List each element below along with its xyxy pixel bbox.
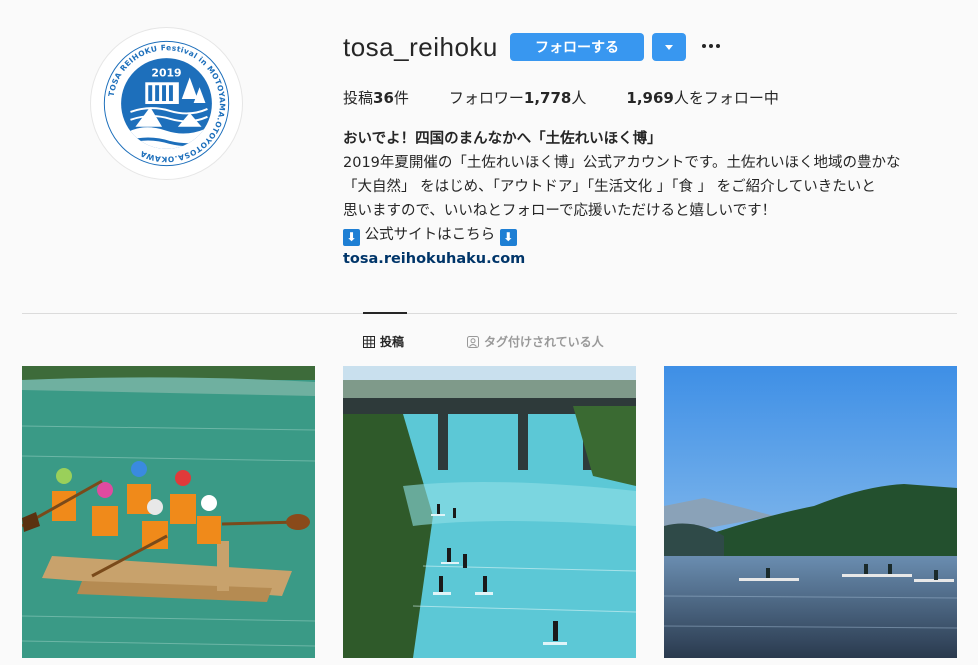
down-arrow-icon: ⬇: [499, 229, 517, 246]
following-link[interactable]: 1,969人をフォロー中: [626, 87, 778, 108]
posts-count: 投稿36件: [343, 89, 409, 107]
profile-username: tosa_reihoku: [343, 32, 498, 62]
rafting-photo-icon: [22, 366, 315, 658]
suggested-accounts-dropdown-button[interactable]: [652, 33, 686, 61]
bio-line: 「大自然」 をはじめ、「アウトドア」「生活文化 」「食 」 をご紹介していきたい…: [343, 179, 876, 195]
festival-logo-icon: 2019 TOSA REIHOKU Festival in MOTOYAMA.O…: [93, 30, 240, 177]
tab-posts[interactable]: 投稿: [363, 333, 404, 350]
chevron-down-icon: [665, 44, 673, 50]
post-thumbnail[interactable]: [22, 366, 315, 658]
post-thumbnail[interactable]: [343, 366, 636, 658]
bio-line: 思いますので、いいねとフォローで応援いただけると嬉しいです！: [343, 203, 777, 219]
followers-link[interactable]: フォロワー1,778人: [449, 87, 586, 108]
lake-kayak-photo-icon: [664, 366, 957, 658]
follow-button[interactable]: フォローする: [510, 33, 644, 61]
tabs-divider: [22, 313, 957, 314]
dot-icon: [702, 44, 706, 48]
bio-line: ⬇ 公式サイトはこちら ⬇: [343, 223, 973, 247]
dot-icon: [709, 44, 713, 48]
more-options-button[interactable]: [700, 35, 722, 57]
dot-icon: [716, 44, 720, 48]
sup-river-bridge-photo-icon: [343, 366, 636, 658]
down-arrow-icon: ⬇: [343, 229, 360, 246]
profile-avatar[interactable]: 2019 TOSA REIHOKU Festival in MOTOYAMA.O…: [90, 27, 243, 180]
tab-tagged[interactable]: タグ付けされている人: [467, 333, 604, 350]
website-link[interactable]: tosa.reihokuhaku.com: [343, 247, 973, 271]
profile-bio: おいでよ！四国のまんなかへ「土佐れいほく博」 2019年夏開催の「土佐れいほく博…: [343, 127, 973, 271]
grid-icon: [363, 335, 375, 348]
profile-stats: 投稿36件 フォロワー1,778人 1,969人をフォロー中: [343, 87, 819, 108]
logo-year: 2019: [151, 66, 181, 79]
profile-display-name: おいでよ！四国のまんなかへ「土佐れいほく博」: [343, 131, 662, 147]
tagged-user-icon: [467, 335, 479, 348]
bio-line: 2019年夏開催の「土佐れいほく博」公式アカウントです。土佐れいほく地域の豊かな: [343, 155, 901, 171]
active-tab-indicator: [363, 312, 407, 314]
post-thumbnail[interactable]: [664, 366, 957, 658]
